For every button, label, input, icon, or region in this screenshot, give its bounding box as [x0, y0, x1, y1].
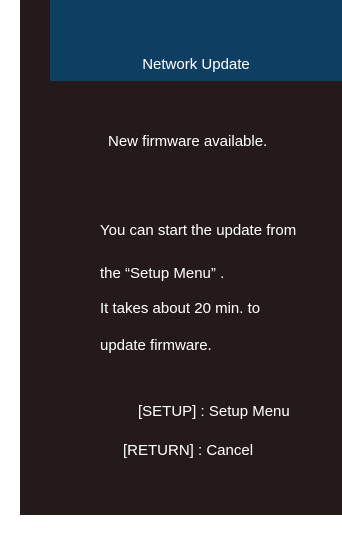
instruction-line-2: the “Setup Menu” .: [100, 265, 225, 282]
instruction-line-3: It takes about 20 min. to: [100, 300, 261, 317]
update-dialog-screen: Network Update New firmware available. Y…: [20, 0, 342, 515]
instruction-line-4: update firmware.: [100, 337, 212, 354]
dialog-title: Network Update: [142, 56, 250, 73]
dialog-header-bar: Network Update: [50, 0, 342, 81]
setup-key-hint[interactable]: [SETUP] : Setup Menu: [138, 403, 290, 421]
firmware-available-message: New firmware available.: [108, 133, 268, 150]
instruction-line-1: You can start the update from: [100, 222, 297, 239]
return-key-hint[interactable]: [RETURN] : Cancel: [123, 442, 253, 460]
